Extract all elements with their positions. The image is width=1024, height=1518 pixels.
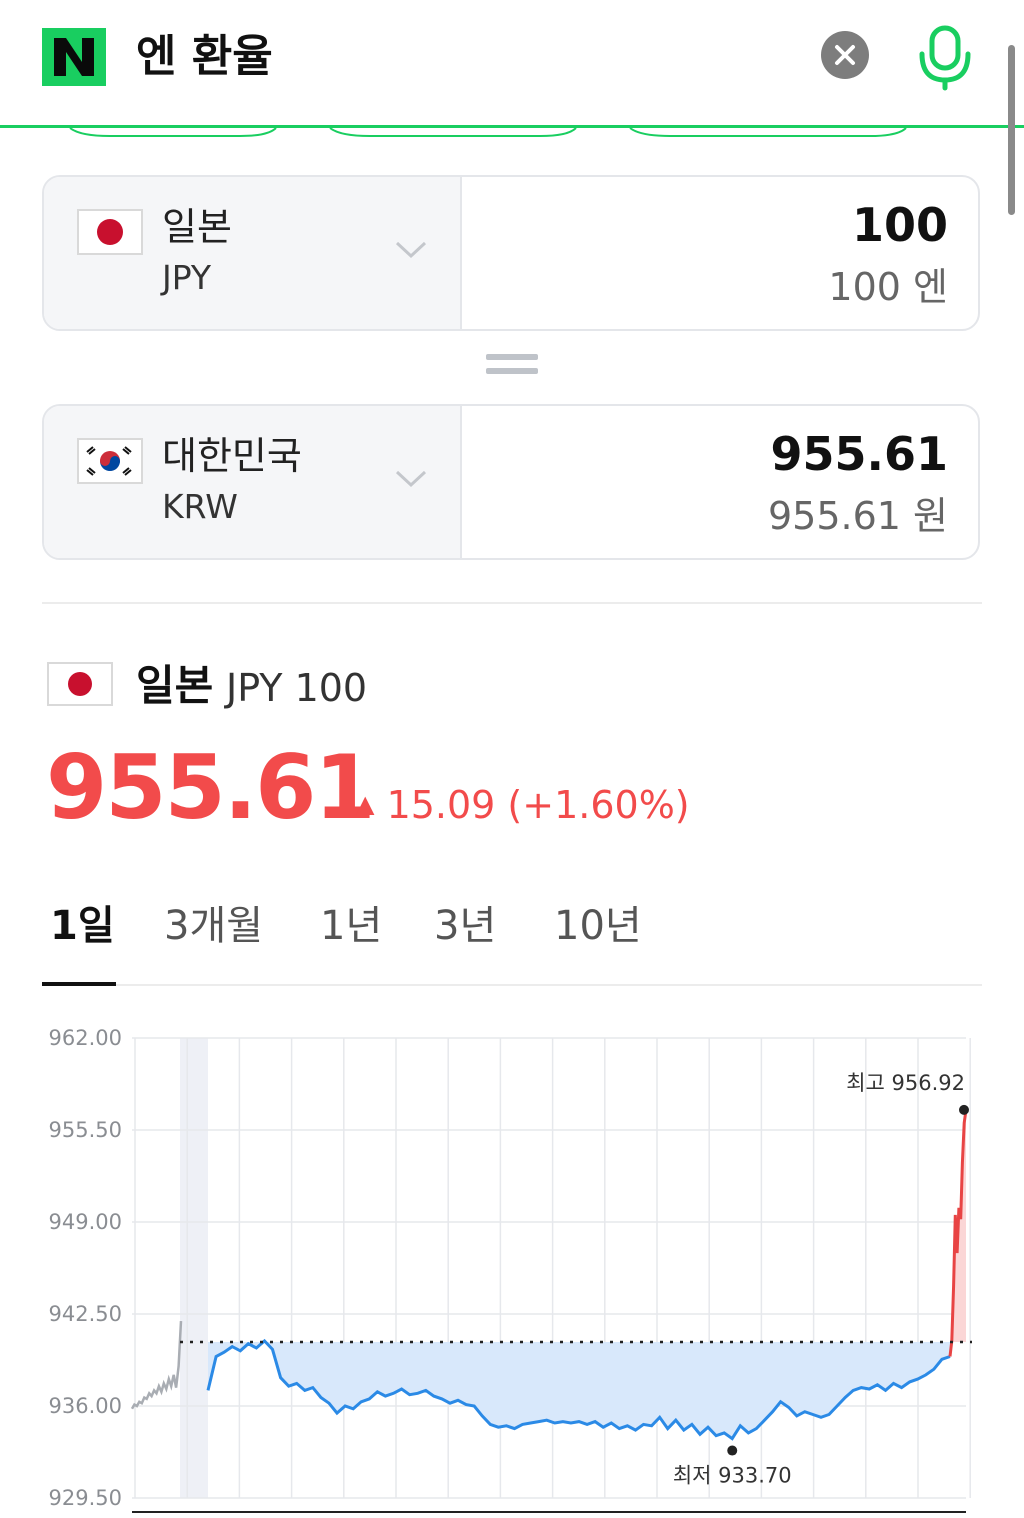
to-amount-input[interactable]: 955.61 — [770, 426, 948, 482]
chevron-down-icon — [395, 470, 427, 488]
rate-unit: JPY 100 — [226, 666, 368, 710]
tab-1-day[interactable]: 1일 — [50, 900, 115, 952]
microphone-icon[interactable] — [914, 22, 976, 92]
tab-3-years[interactable]: 3년 — [434, 900, 496, 952]
to-currency-name: 대한민국 — [162, 434, 302, 478]
y-tick-label: 929.50 — [49, 1486, 122, 1510]
to-currency-code: KRW — [162, 487, 238, 526]
from-currency-selector[interactable]: 일본 JPY — [44, 177, 462, 329]
tab-3-months[interactable]: 3개월 — [164, 900, 263, 952]
from-amount-text: 100 엔 — [828, 265, 948, 309]
clear-search-button[interactable] — [821, 31, 869, 79]
hidden-chip-row — [69, 128, 907, 137]
section-divider — [42, 602, 982, 604]
exchange-rate-chart[interactable]: 962.00 955.50 949.00 942.50 936.00 929.50 최고 … — [0, 1000, 1024, 1518]
from-amount-input[interactable]: 100 — [852, 197, 948, 253]
rate-change: ▲ 15.09 (+1.60%) — [356, 780, 690, 829]
chart-grid — [132, 1037, 971, 1513]
high-label: 최고 956.92 — [846, 1071, 965, 1095]
rate-change-value: 15.09 (+1.60%) — [386, 783, 690, 827]
rate-country: 일본 — [136, 661, 214, 710]
y-tick-label: 955.50 — [49, 1118, 122, 1142]
tab-10-years[interactable]: 10년 — [554, 900, 642, 952]
below-reference-area — [208, 1340, 950, 1439]
naver-logo-icon[interactable] — [42, 28, 106, 86]
search-header: 엔 환율 — [0, 0, 1024, 128]
close-icon — [835, 45, 855, 65]
japan-flag-icon — [47, 662, 113, 706]
to-amount-text: 955.61 원 — [767, 494, 948, 538]
premarket-band — [180, 1038, 208, 1498]
from-currency-name: 일본 — [162, 205, 232, 249]
current-rate: 955.61 — [46, 736, 376, 839]
korea-flag-icon — [77, 438, 143, 484]
up-arrow-icon: ▲ — [356, 790, 375, 818]
y-axis-ticks: 962.00 955.50 949.00 942.50 936.00 929.50 — [49, 1026, 122, 1510]
y-tick-label: 962.00 — [49, 1026, 122, 1050]
search-query[interactable]: 엔 환율 — [136, 30, 273, 84]
period-tabs: 1일 3개월 1년 3년 10년 — [42, 896, 982, 986]
to-currency-box: 대한민국 KRW 955.61 955.61 원 — [42, 404, 980, 560]
y-tick-label: 949.00 — [49, 1210, 122, 1234]
tab-1-year[interactable]: 1년 — [320, 900, 382, 952]
active-tab-indicator — [42, 982, 116, 986]
low-marker — [727, 1445, 738, 1456]
from-currency-box: 일본 JPY 100 100 엔 — [42, 175, 980, 331]
high-marker — [959, 1104, 969, 1115]
y-tick-label: 936.00 — [49, 1394, 122, 1418]
to-currency-selector[interactable]: 대한민국 KRW — [44, 406, 462, 558]
y-tick-label: 942.50 — [49, 1302, 122, 1326]
premarket-line — [130, 1321, 183, 1410]
equals-icon — [486, 354, 538, 382]
japan-flag-icon — [77, 209, 143, 255]
low-label: 최저 933.70 — [673, 1464, 792, 1488]
chevron-down-icon — [395, 241, 427, 259]
from-currency-code: JPY — [162, 258, 212, 297]
